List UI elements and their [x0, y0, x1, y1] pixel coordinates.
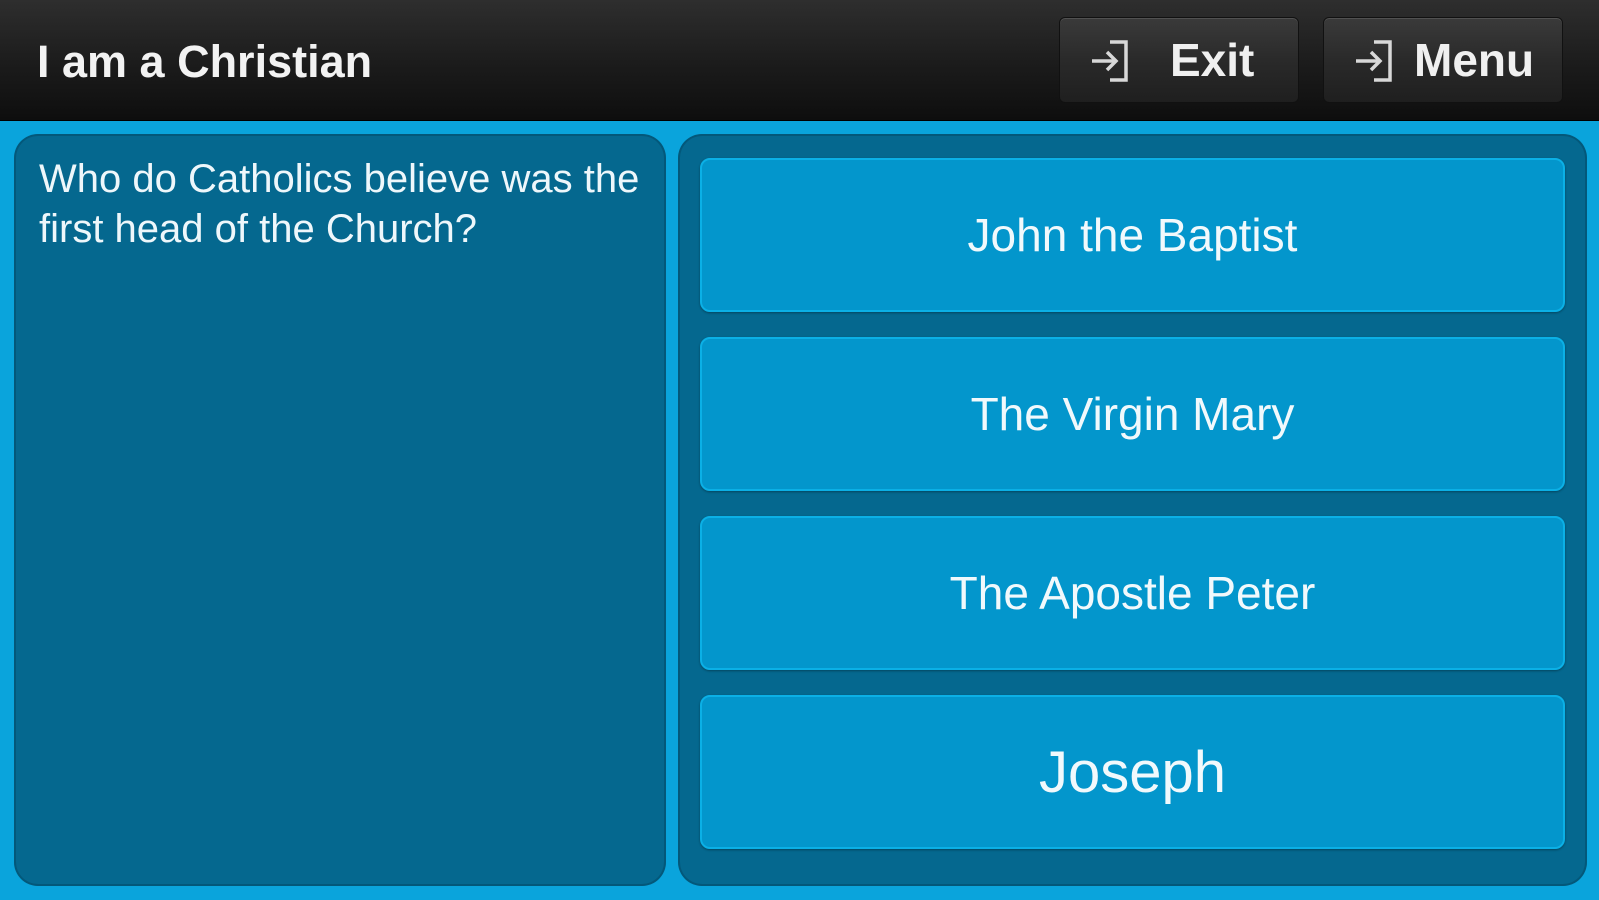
enter-arrow-icon [1092, 40, 1128, 82]
top-bar: I am a Christian Exit Menu [0, 0, 1599, 121]
question-panel: Who do Catholics believe was the first h… [14, 134, 666, 886]
answer-button[interactable]: Joseph [700, 695, 1565, 849]
quiz-screen: I am a Christian Exit Menu Who do Cathol… [0, 0, 1599, 900]
answer-button[interactable]: John the Baptist [700, 158, 1565, 312]
exit-button-label: Exit [1170, 34, 1255, 86]
answer-label: John the Baptist [967, 209, 1298, 261]
app-title: I am a Christian [37, 36, 373, 87]
menu-button-label: Menu [1414, 34, 1535, 86]
answer-label: The Virgin Mary [970, 388, 1295, 440]
answer-button[interactable]: The Virgin Mary [700, 337, 1565, 491]
menu-button[interactable]: Menu [1323, 17, 1563, 103]
question-text: Who do Catholics believe was the first h… [39, 157, 640, 251]
exit-button[interactable]: Exit [1059, 17, 1299, 103]
answer-label: Joseph [1038, 739, 1227, 805]
enter-arrow-icon [1356, 40, 1392, 82]
answer-button[interactable]: The Apostle Peter [700, 516, 1565, 670]
answer-label: The Apostle Peter [949, 567, 1316, 619]
answers-panel: John the Baptist The Virgin Mary The Apo… [678, 134, 1587, 886]
